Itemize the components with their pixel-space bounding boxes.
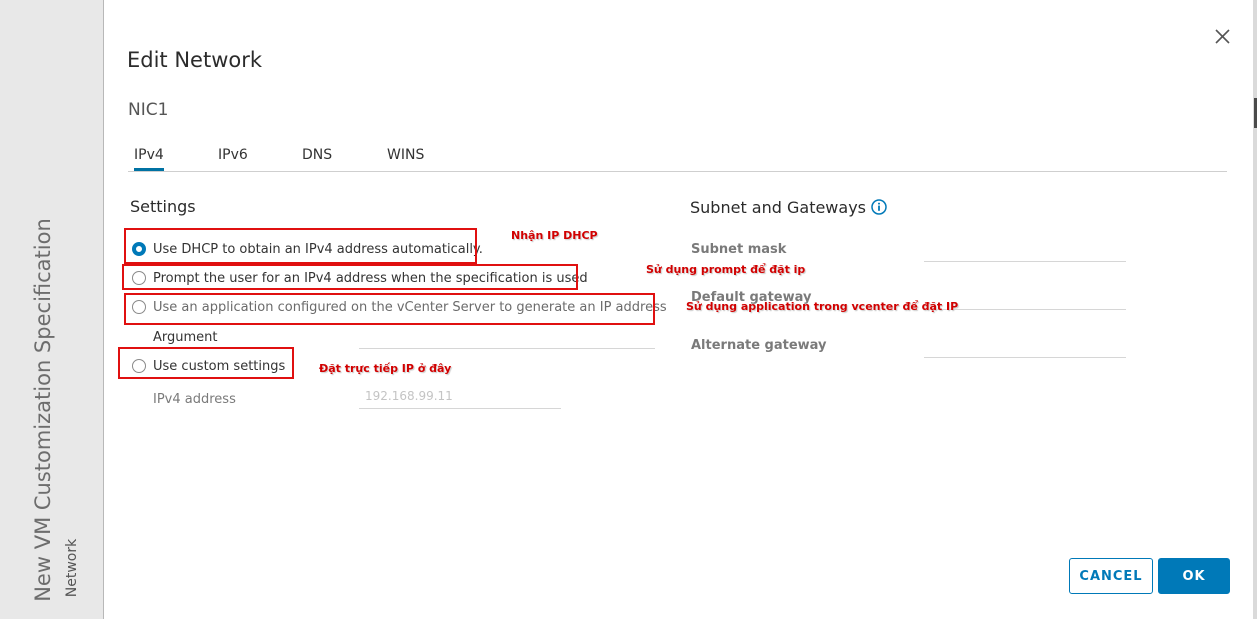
tab-wins[interactable]: WINS	[387, 147, 424, 163]
ipv4-address-label: IPv4 address	[153, 392, 236, 407]
ipv4-address-underline	[359, 408, 561, 409]
alternate-gateway-input[interactable]	[924, 357, 1126, 358]
alternate-gateway-label: Alternate gateway	[691, 338, 827, 353]
cancel-button[interactable]: CANCEL	[1069, 558, 1153, 594]
annotation-box-vcenter-app	[124, 293, 655, 325]
annotation-note-dhcp: Nhận IP DHCP	[511, 229, 598, 242]
close-button[interactable]	[1208, 22, 1236, 50]
wizard-step-label: Network	[64, 538, 80, 598]
nic-label: NIC1	[128, 100, 169, 120]
ok-button[interactable]: OK	[1158, 558, 1230, 594]
subnet-mask-input[interactable]	[924, 261, 1126, 262]
wizard-sidebar: New VM Customization Specification Netwo…	[0, 0, 104, 619]
scrollbar-track[interactable]	[1253, 0, 1257, 619]
tab-ipv4[interactable]: IPv4	[134, 147, 164, 171]
tab-ipv6[interactable]: IPv6	[218, 147, 248, 163]
annotation-note-custom: Đặt trực tiếp IP ở đây	[319, 362, 452, 375]
ipv4-address-input[interactable]: 192.168.99.11	[365, 389, 453, 403]
subnet-gateways-heading: Subnet and Gateways	[690, 198, 866, 217]
annotation-note-prompt: Sử dụng prompt để đặt ip	[646, 263, 806, 276]
tab-bar: IPv4 IPv6 DNS WINS	[128, 143, 1227, 172]
close-icon	[1215, 29, 1230, 44]
subnet-mask-label: Subnet mask	[691, 242, 787, 257]
argument-input[interactable]	[359, 348, 655, 349]
annotation-note-vcenter-app: Sử dụng application trong vcenter để đặt…	[686, 300, 959, 313]
dialog-title: Edit Network	[127, 48, 263, 72]
wizard-title: New VM Customization Specification	[31, 218, 55, 602]
tab-dns[interactable]: DNS	[302, 147, 332, 163]
annotation-box-dhcp	[124, 228, 477, 264]
argument-label: Argument	[153, 330, 218, 345]
settings-heading: Settings	[130, 197, 196, 216]
info-icon[interactable]	[871, 199, 887, 215]
annotation-box-custom	[118, 347, 294, 379]
annotation-box-prompt	[122, 264, 578, 290]
